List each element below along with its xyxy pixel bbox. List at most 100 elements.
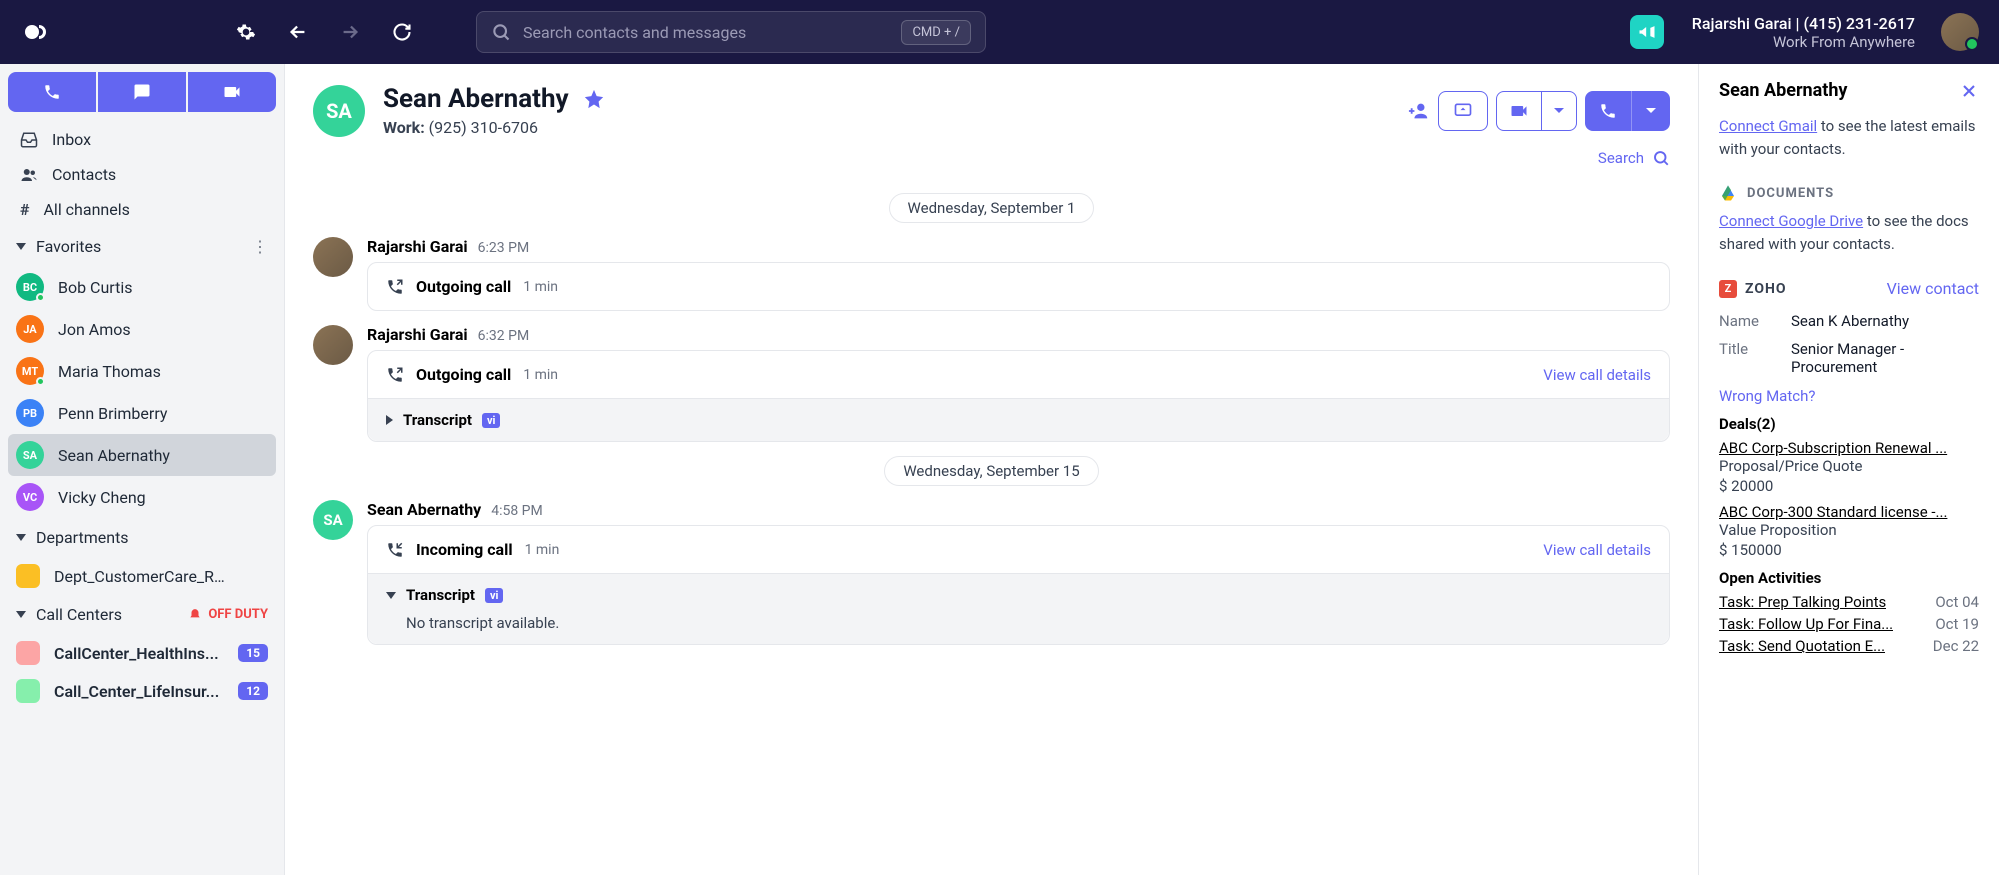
megaphone-icon[interactable]	[1630, 15, 1664, 49]
gear-icon[interactable]	[228, 14, 264, 50]
sidebar-item-department[interactable]: Dept_CustomerCare_RGC...	[8, 557, 276, 595]
task-link[interactable]: Task: Follow Up For Fina...	[1719, 615, 1893, 633]
chevron-down-icon	[386, 592, 396, 599]
video-call-button[interactable]	[1496, 91, 1577, 131]
dept-name: Dept_CustomerCare_RGC...	[54, 567, 229, 586]
activities-header: Open Activities	[1719, 569, 1979, 587]
task-link[interactable]: Task: Send Quotation E...	[1719, 637, 1885, 655]
nav-channels[interactable]: #All channels	[8, 192, 276, 227]
transcript-toggle[interactable]: Transcriptvi	[386, 411, 1651, 429]
deal-link[interactable]: ABC Corp-Subscription Renewal ...	[1719, 439, 1979, 457]
nav-contacts[interactable]: Contacts	[8, 157, 276, 192]
call-event: Rajarshi Garai6:23 PM Outgoing call1 min	[313, 237, 1670, 311]
phone-call-button[interactable]	[1585, 91, 1670, 131]
avatar: VC	[16, 483, 44, 511]
connect-gmail-link[interactable]: Connect Gmail	[1719, 117, 1817, 135]
chevron-down-icon[interactable]	[1632, 91, 1670, 131]
avatar: SA	[16, 441, 44, 469]
sidebar-item-callcenter[interactable]: CallCenter_HealthIns... 15	[8, 634, 276, 672]
deals-header: Deals(2)	[1719, 415, 1979, 433]
view-call-details[interactable]: View call details	[1543, 541, 1651, 559]
callcenter-name: CallCenter_HealthIns...	[54, 644, 219, 663]
search-bar[interactable]: CMD + /	[476, 11, 986, 53]
view-call-details[interactable]: View call details	[1543, 366, 1651, 384]
transcript-toggle[interactable]: Transcriptvi	[386, 586, 1651, 604]
nav-inbox[interactable]: Inbox	[8, 122, 276, 157]
outgoing-call-icon	[386, 278, 404, 296]
message-button[interactable]	[98, 72, 186, 112]
sidebar-item-favorite[interactable]: VC Vicky Cheng	[8, 476, 276, 518]
favorites-header[interactable]: Favorites⋮	[8, 227, 276, 266]
inbox-icon	[20, 131, 38, 149]
chevron-down-icon[interactable]	[1542, 92, 1576, 130]
call-event: SA Sean Abernathy4:58 PM Incoming call1 …	[313, 500, 1670, 645]
callcenter-icon	[16, 679, 40, 703]
deal-link[interactable]: ABC Corp-300 Standard license -...	[1719, 503, 1979, 521]
transcript-text: No transcript available.	[386, 614, 1651, 632]
sidebar-item-favorite[interactable]: BC Bob Curtis	[8, 266, 276, 308]
sidebar-item-favorite[interactable]: MTMaria Thomas	[8, 350, 276, 392]
view-contact-link[interactable]: View contact	[1887, 279, 1979, 298]
chevron-down-icon	[16, 534, 26, 541]
people-icon	[20, 166, 38, 184]
chevron-down-icon	[16, 243, 26, 250]
favorite-name: Bob Curtis	[58, 278, 132, 297]
close-icon[interactable]	[1959, 81, 1979, 101]
count-badge: 15	[238, 644, 268, 662]
call-event: Rajarshi Garai6:32 PM Outgoing call1 min…	[313, 325, 1670, 442]
star-icon[interactable]	[583, 88, 605, 110]
outgoing-call-icon	[386, 366, 404, 384]
back-icon[interactable]	[280, 14, 316, 50]
search-input[interactable]	[523, 23, 889, 42]
conversation-search[interactable]: Search	[285, 145, 1698, 179]
video-button[interactable]	[188, 72, 276, 112]
documents-header: DOCUMENTS	[1719, 184, 1979, 202]
dept-icon	[16, 564, 40, 588]
wrong-match-link[interactable]: Wrong Match?	[1719, 387, 1815, 405]
zoho-icon: Z	[1719, 280, 1737, 298]
contact-phone: Work: (925) 310-6706	[383, 118, 605, 137]
task-date: Oct 19	[1935, 615, 1979, 633]
sidebar-item-callcenter[interactable]: Call_Center_LifeInsur... 12	[8, 672, 276, 710]
incoming-call-icon	[386, 541, 404, 559]
hash-icon: #	[20, 200, 29, 219]
departments-header[interactable]: Departments	[8, 518, 276, 557]
share-screen-button[interactable]	[1438, 91, 1488, 131]
refresh-icon[interactable]	[384, 14, 420, 50]
connect-gdrive-link[interactable]: Connect Google Drive	[1719, 212, 1863, 230]
gdrive-connect: Connect Google Drive to see the docs sha…	[1719, 210, 1979, 255]
chevron-right-icon	[386, 415, 393, 425]
search-icon	[1652, 149, 1670, 167]
favorite-name: Sean Abernathy	[58, 446, 170, 465]
more-icon[interactable]: ⋮	[252, 237, 268, 256]
contact-name: Sean Abernathy	[383, 84, 605, 114]
add-contact-icon[interactable]	[1408, 100, 1430, 122]
favorite-name: Jon Amos	[58, 320, 131, 339]
chevron-down-icon	[16, 611, 26, 618]
sidebar-item-favorite[interactable]: JAJon Amos	[8, 308, 276, 350]
user-avatar[interactable]	[1941, 13, 1979, 51]
avatar: BC	[16, 273, 44, 301]
app-logo[interactable]	[20, 14, 56, 50]
vi-badge: vi	[485, 588, 503, 603]
forward-icon	[332, 14, 368, 50]
sidebar: Inbox Contacts #All channels Favorites⋮ …	[0, 64, 284, 875]
avatar: SA	[313, 500, 353, 540]
callcenters-header[interactable]: Call Centers OFF DUTY	[8, 595, 276, 634]
user-info[interactable]: Rajarshi Garai | (415) 231-2617 Work Fro…	[1692, 14, 1915, 51]
task-date: Oct 04	[1935, 593, 1979, 611]
off-duty-badge: OFF DUTY	[188, 607, 268, 622]
details-panel: Sean Abernathy Connect Gmail to see the …	[1699, 64, 1999, 875]
callcenter-name: Call_Center_LifeInsur...	[54, 682, 219, 701]
conversation-panel: SA Sean Abernathy Work: (925) 310-6706 S…	[284, 64, 1699, 875]
favorite-name: Vicky Cheng	[58, 488, 146, 507]
date-separator: Wednesday, September 15	[313, 456, 1670, 486]
sidebar-item-favorite[interactable]: SA Sean Abernathy	[8, 434, 276, 476]
call-button[interactable]	[8, 72, 96, 112]
count-badge: 12	[238, 682, 268, 700]
search-icon	[491, 22, 511, 42]
favorite-name: Penn Brimberry	[58, 404, 167, 423]
task-link[interactable]: Task: Prep Talking Points	[1719, 593, 1886, 611]
google-drive-icon	[1719, 184, 1737, 202]
sidebar-item-favorite[interactable]: PBPenn Brimberry	[8, 392, 276, 434]
